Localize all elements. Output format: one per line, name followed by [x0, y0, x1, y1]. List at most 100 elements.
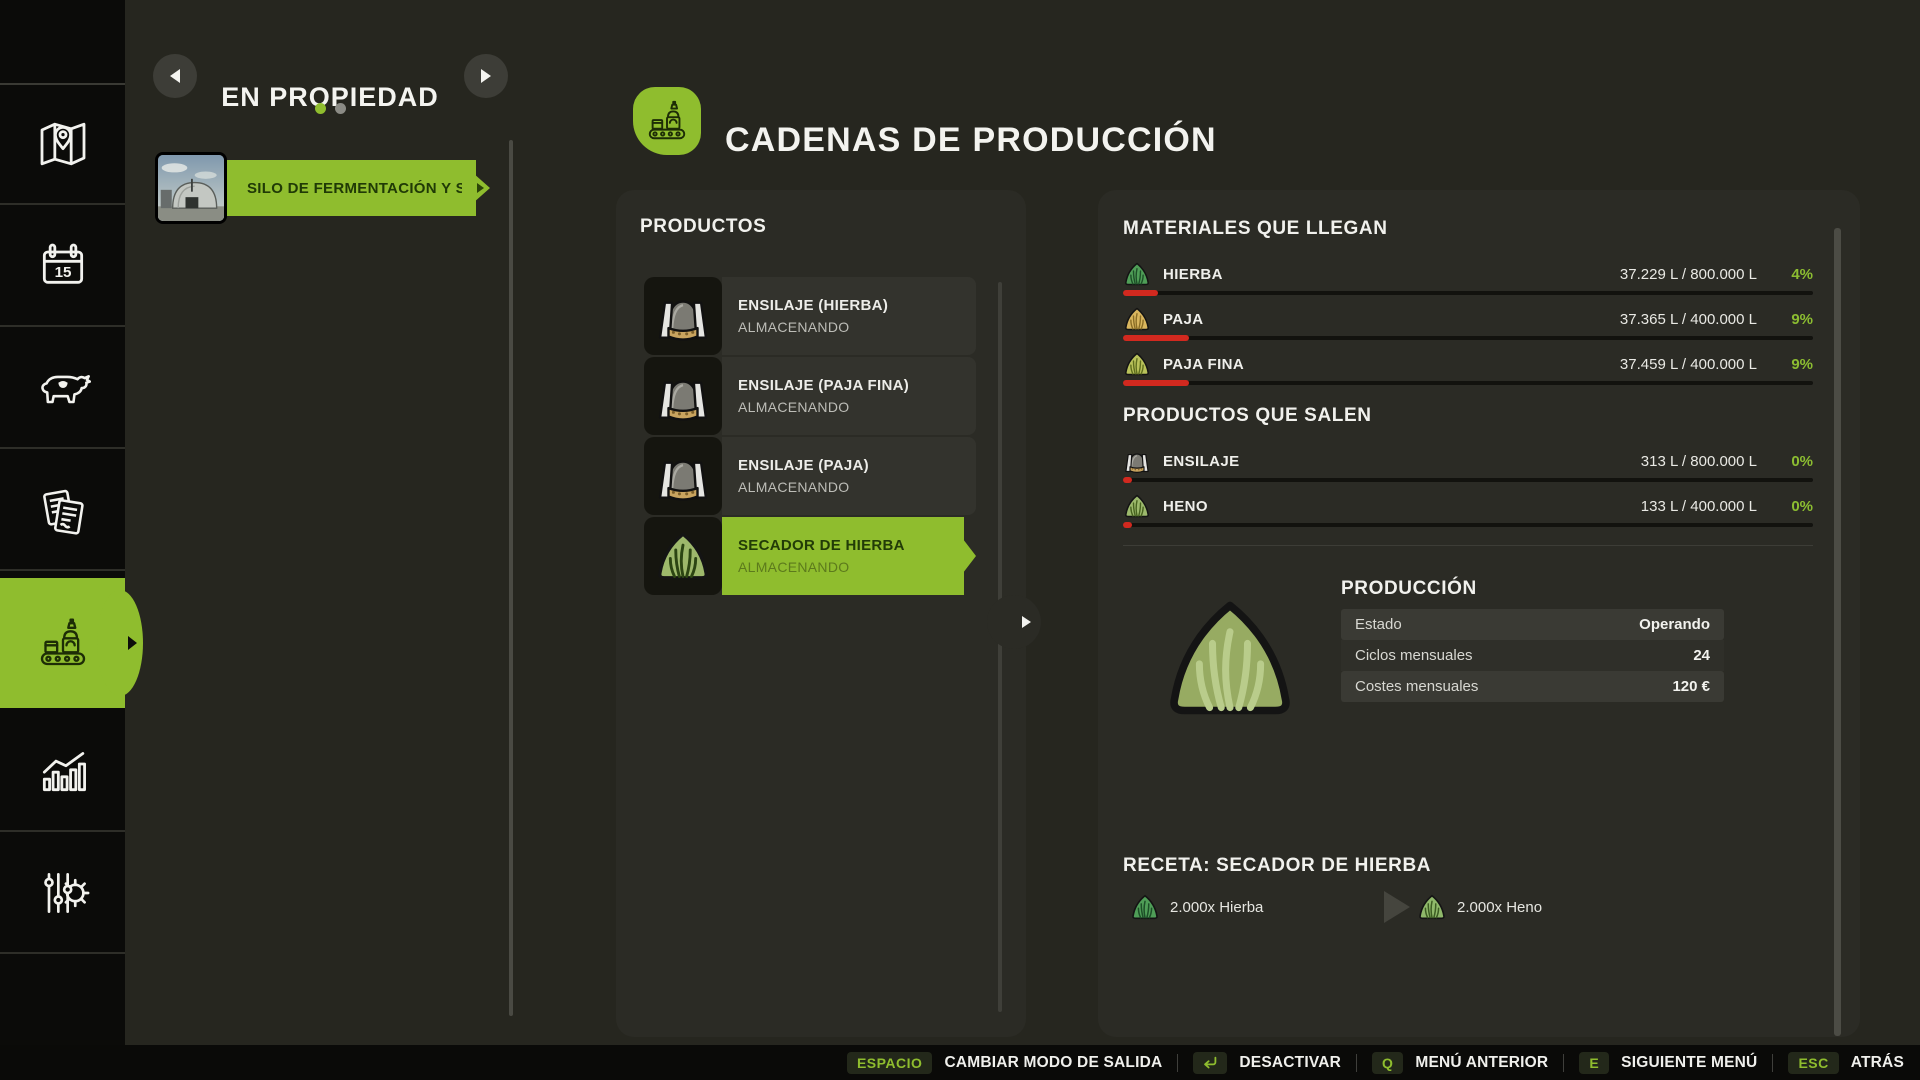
separator	[1356, 1054, 1357, 1072]
grass-icon	[1130, 892, 1160, 922]
owned-item-arrow-icon	[477, 183, 484, 193]
table-row: Costes mensuales 120 €	[1341, 671, 1724, 702]
recipe-title: RECETA: SECADOR DE HIERBA	[1123, 855, 1813, 877]
production-table: Estado Operando Ciclos mensuales 24 Cost…	[1341, 609, 1724, 702]
statistics-icon	[35, 743, 91, 799]
sidebar-item-animals[interactable]	[0, 329, 125, 449]
page-dot-active	[315, 103, 326, 114]
settings-icon	[35, 865, 91, 921]
key-e: E	[1579, 1052, 1609, 1074]
production-product-icon	[1123, 578, 1341, 733]
product-name: ENSILAJE (PAJA)	[738, 457, 976, 474]
outputs-title: PRODUCTOS QUE SALEN	[1123, 405, 1813, 427]
key-espacio: ESPACIO	[847, 1052, 932, 1074]
product-name: SECADOR DE HIERBA	[738, 537, 976, 554]
grass-pile-icon	[644, 517, 722, 595]
play-arrow-icon	[1384, 891, 1410, 923]
sidebar-top-block	[0, 0, 125, 85]
product-item[interactable]: ENSILAJE (HIERBA) ALMACENANDO	[644, 277, 976, 355]
grass-pile-large-icon	[1149, 588, 1311, 728]
owned-scrollbar[interactable]	[509, 140, 513, 1016]
output-progress-ensilaje	[1123, 478, 1813, 482]
product-item-selected[interactable]: SECADOR DE HIERBA ALMACENANDO	[644, 517, 976, 595]
expand-panel-button[interactable]	[987, 595, 1041, 649]
owned-item-label: SILO DE FERMENTACIÓN Y SEC	[247, 180, 462, 197]
active-tab-arrow-icon	[128, 636, 137, 650]
expand-arrow-icon	[1022, 616, 1031, 628]
silage-bunker-icon	[644, 277, 722, 355]
products-list: ENSILAJE (HIERBA) ALMACENANDO ENSILAJE (…	[644, 277, 976, 597]
production-header-icon	[633, 87, 701, 155]
action-next-menu[interactable]: E SIGUIENTE MENÚ	[1579, 1052, 1757, 1074]
product-status: ALMACENANDO	[738, 559, 976, 575]
sidebar-item-settings[interactable]	[0, 834, 125, 954]
product-item[interactable]: ENSILAJE (PAJA) ALMACENANDO	[644, 437, 976, 515]
recipe-row: 2.000x Hierba 2.000x Heno	[1123, 889, 1813, 925]
table-row: Estado Operando	[1341, 609, 1724, 640]
separator	[1563, 1054, 1564, 1072]
production-chains-icon	[35, 615, 91, 671]
products-panel: PRODUCTOS ENSILAJE (HIERBA) ALMACENANDO …	[616, 190, 1026, 1037]
map-icon	[35, 116, 91, 172]
owned-next-button[interactable]	[464, 54, 508, 98]
straw-icon	[1123, 305, 1151, 333]
production-section: PRODUCCIÓN Estado Operando Ciclos mensua…	[1123, 578, 1813, 733]
silage-icon	[1123, 447, 1151, 475]
section-divider	[1123, 545, 1813, 546]
calendar-icon	[35, 238, 91, 294]
action-back[interactable]: ESC ATRÁS	[1788, 1052, 1904, 1074]
prev-arrow-icon	[170, 69, 180, 83]
owned-item-plate: SILO DE FERMENTACIÓN Y SEC	[225, 160, 490, 216]
action-change-output-mode[interactable]: ESPACIO CAMBIAR MODO DE SALIDA	[847, 1052, 1162, 1074]
bottom-bar: ESPACIO CAMBIAR MODO DE SALIDA DESACTIVA…	[0, 1045, 1920, 1080]
next-arrow-icon	[481, 69, 491, 83]
sidebar-item-finances[interactable]	[0, 451, 125, 571]
sidebar-item-statistics[interactable]	[0, 712, 125, 832]
sidebar-item-calendar[interactable]	[0, 207, 125, 327]
key-esc: ESC	[1788, 1052, 1838, 1074]
separator	[1177, 1054, 1178, 1072]
recipe-input: 2.000x Hierba	[1170, 899, 1300, 916]
grass-icon	[1123, 260, 1151, 288]
input-row-paja: PAJA 37.365 L / 400.000 L 9%	[1123, 302, 1813, 336]
production-title: PRODUCCIÓN	[1341, 578, 1813, 600]
owned-prev-button[interactable]	[153, 54, 197, 98]
action-deactivate[interactable]: DESACTIVAR	[1193, 1052, 1341, 1074]
input-row-hierba: HIERBA 37.229 L / 800.000 L 4%	[1123, 257, 1813, 291]
table-row: Ciclos mensuales 24	[1341, 640, 1724, 671]
details-panel: MATERIALES QUE LLEGAN HIERBA 37.229 L / …	[1098, 190, 1860, 1037]
owned-item-silo[interactable]: SILO DE FERMENTACIÓN Y SEC	[155, 152, 490, 224]
silage-bunker-icon	[644, 357, 722, 435]
chaff-icon	[1123, 350, 1151, 378]
product-name: ENSILAJE (HIERBA)	[738, 297, 976, 314]
page-dot	[335, 103, 346, 114]
silage-bunker-icon	[644, 437, 722, 515]
sidebar-item-production-chains[interactable]	[0, 578, 125, 708]
separator	[1772, 1054, 1773, 1072]
app-window: EN PROPIEDAD SILO DE FERMENTACIÓN Y SEC …	[0, 0, 1920, 1080]
finances-icon	[35, 482, 91, 538]
animals-icon	[35, 360, 91, 416]
page-title: CADENAS DE PRODUCCIÓN	[725, 121, 1217, 160]
input-progress-hierba	[1123, 291, 1813, 295]
owned-item-thumbnail	[155, 152, 227, 224]
input-progress-paja-fina	[1123, 381, 1813, 385]
product-name: ENSILAJE (PAJA FINA)	[738, 377, 976, 394]
details-scrollbar[interactable]	[1834, 228, 1841, 1036]
products-scrollbar[interactable]	[998, 282, 1002, 1012]
inputs-title: MATERIALES QUE LLEGAN	[1123, 218, 1813, 240]
recipe-output: 2.000x Heno	[1457, 899, 1542, 916]
product-item[interactable]: ENSILAJE (PAJA FINA) ALMACENANDO	[644, 357, 976, 435]
hay-icon	[1417, 892, 1447, 922]
page-dots	[0, 103, 660, 114]
sidebar	[0, 0, 125, 1045]
input-row-paja-fina: PAJA FINA 37.459 L / 400.000 L 9%	[1123, 347, 1813, 381]
products-title: PRODUCTOS	[640, 216, 766, 238]
silo-photo	[158, 155, 224, 221]
product-status: ALMACENANDO	[738, 319, 976, 335]
output-row-ensilaje: ENSILAJE 313 L / 800.000 L 0%	[1123, 444, 1813, 478]
hay-icon	[1123, 492, 1151, 520]
key-q: Q	[1372, 1052, 1403, 1074]
product-status: ALMACENANDO	[738, 399, 976, 415]
action-previous-menu[interactable]: Q MENÚ ANTERIOR	[1372, 1052, 1548, 1074]
